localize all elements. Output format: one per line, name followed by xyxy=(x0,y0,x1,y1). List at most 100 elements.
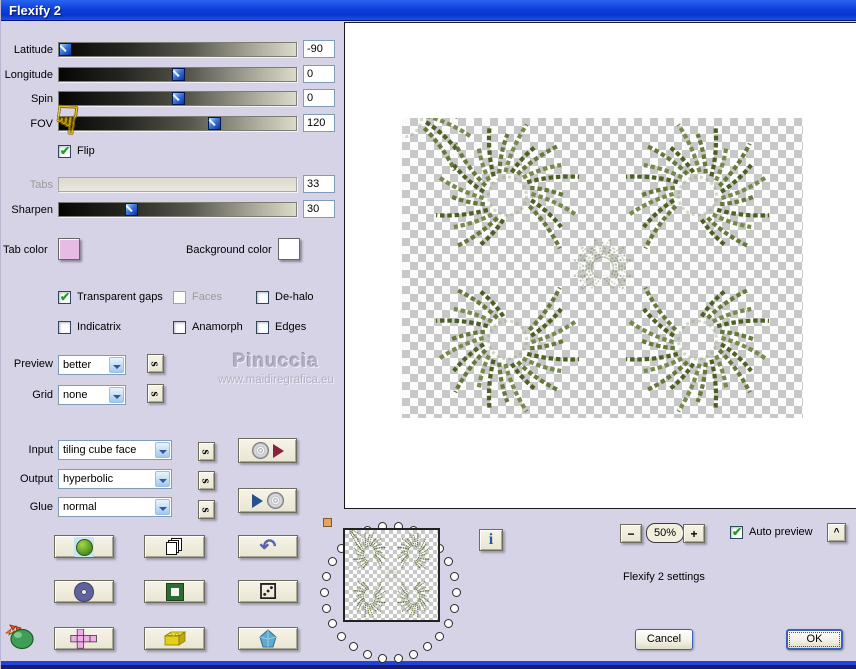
latitude-value-input[interactable] xyxy=(303,40,335,58)
longitude-slider-track[interactable] xyxy=(58,67,297,82)
ring-icon xyxy=(75,582,93,601)
grid-dropdown-label: Grid xyxy=(32,389,53,401)
longitude-slider-thumb[interactable] xyxy=(172,68,185,81)
glue-dropdown-value: normal xyxy=(63,501,97,513)
de-halo-label: De-halo xyxy=(275,291,314,303)
grid-s-button[interactable]: s xyxy=(147,384,164,403)
spin-value-input[interactable] xyxy=(303,89,335,107)
chevron-down-icon[interactable] xyxy=(109,387,124,403)
thumbnail-pattern-image xyxy=(345,530,438,620)
ok-button[interactable]: OK xyxy=(786,629,843,650)
anamorph-checkbox-box[interactable] xyxy=(173,321,186,334)
latitude-slider-track[interactable] xyxy=(58,42,297,57)
transparent-gaps-checkbox-box[interactable] xyxy=(58,290,71,304)
preview-dropdown-label: Preview xyxy=(13,358,53,370)
frame-button[interactable] xyxy=(144,580,205,603)
preview-panel[interactable] xyxy=(330,22,856,509)
globe-face-icon xyxy=(74,536,94,557)
sharpen-slider-row: Sharpen xyxy=(1,200,341,222)
chevron-down-icon[interactable] xyxy=(109,357,124,373)
expand-button[interactable]: ^ xyxy=(827,523,846,542)
auto-preview-checkbox-box[interactable] xyxy=(730,525,743,539)
dice-icon: ⚂ xyxy=(258,578,278,604)
title-bar[interactable]: Flexify 2 xyxy=(1,0,856,21)
brick-button[interactable] xyxy=(144,627,205,650)
faces-label: Faces xyxy=(192,291,222,303)
sharpen-label: Sharpen xyxy=(11,204,53,216)
globe-button[interactable] xyxy=(54,535,114,558)
spin-slider-thumb[interactable] xyxy=(172,92,185,105)
spin-slider-row: Spin xyxy=(1,89,341,111)
cancel-button[interactable]: Cancel xyxy=(635,629,693,650)
torus-button[interactable] xyxy=(54,580,114,603)
sharpen-slider-thumb[interactable] xyxy=(125,203,138,216)
flip-checkbox-label: Flip xyxy=(77,145,95,157)
caret-up-icon: ^ xyxy=(833,527,840,538)
de-halo-checkbox-box[interactable] xyxy=(256,291,269,304)
preview-dropdown[interactable]: better xyxy=(58,355,126,375)
preview-pattern-image xyxy=(330,45,803,418)
copy-pages-icon xyxy=(165,538,184,555)
plus-icon: + xyxy=(690,526,698,541)
cube-net-button[interactable] xyxy=(54,627,114,650)
input-dropdown-label: Input xyxy=(28,444,53,456)
flip-checkbox-box[interactable] xyxy=(58,144,71,158)
save-settings-button[interactable] xyxy=(238,438,297,463)
tabs-value-input[interactable] xyxy=(303,175,335,193)
fov-value-input[interactable] xyxy=(303,114,335,132)
faces-checkbox-box[interactable] xyxy=(173,291,186,304)
window-title: Flexify 2 xyxy=(9,3,62,18)
tabs-slider-track[interactable] xyxy=(58,177,297,192)
copy-button[interactable] xyxy=(144,535,205,558)
watermark-url: www.maidiregrafica.eu xyxy=(218,374,334,386)
pointing-hand-cursor-icon: ☟ xyxy=(52,98,81,144)
info-icon: i xyxy=(488,531,494,548)
spin-label: Spin xyxy=(30,93,53,105)
input-dropdown[interactable]: tiling cube face xyxy=(58,440,172,460)
preview-thumbnail[interactable] xyxy=(343,528,440,622)
longitude-slider-row: Longitude xyxy=(1,65,341,87)
orange-marker[interactable] xyxy=(323,518,332,527)
info-button[interactable]: i xyxy=(479,529,503,551)
sharpen-value-input[interactable] xyxy=(303,200,335,218)
load-settings-button[interactable] xyxy=(238,488,297,513)
grid-dropdown[interactable]: none xyxy=(58,385,126,405)
crystal-icon xyxy=(259,628,277,647)
output-dropdown[interactable]: hyperbolic xyxy=(58,469,172,489)
preview-s-button[interactable]: s xyxy=(147,354,164,373)
fov-slider-track[interactable] xyxy=(58,116,297,131)
glue-dropdown-label: Glue xyxy=(29,501,53,513)
background-color-swatch[interactable] xyxy=(278,238,300,260)
zoom-out-button[interactable]: − xyxy=(620,524,642,543)
disc-icon xyxy=(266,492,284,509)
edges-checkbox-box[interactable] xyxy=(256,321,269,334)
minus-icon: − xyxy=(627,526,635,541)
latitude-label: Latitude xyxy=(13,44,53,56)
cube-net-icon xyxy=(70,628,97,649)
green-frame-icon xyxy=(166,583,183,600)
zoom-in-button[interactable]: + xyxy=(683,524,705,543)
undo-button[interactable]: ↶ xyxy=(238,535,298,558)
input-s-button[interactable]: s xyxy=(198,442,215,461)
output-s-button[interactable]: s xyxy=(198,471,215,490)
tab-color-swatch[interactable] xyxy=(58,238,80,260)
chevron-down-icon[interactable] xyxy=(155,471,170,487)
glue-dropdown[interactable]: normal xyxy=(58,497,172,517)
spin-slider-track[interactable] xyxy=(58,91,297,106)
longitude-value-input[interactable] xyxy=(303,65,335,83)
random-button[interactable]: ⚂ xyxy=(238,580,298,603)
edges-label: Edges xyxy=(275,321,307,333)
glue-s-button[interactable]: s xyxy=(198,500,215,519)
fov-slider-thumb[interactable] xyxy=(208,117,221,130)
indicatrix-label: Indicatrix xyxy=(77,321,122,333)
input-dropdown-value: tiling cube face xyxy=(63,444,137,456)
indicatrix-checkbox-box[interactable] xyxy=(58,321,71,334)
chevron-down-icon[interactable] xyxy=(155,499,170,515)
preview-dropdown-value: better xyxy=(63,359,92,371)
chevron-down-icon[interactable] xyxy=(155,442,170,458)
crystal-button[interactable] xyxy=(238,627,298,650)
sharpen-slider-track[interactable] xyxy=(58,202,297,217)
latitude-slider-thumb[interactable] xyxy=(59,43,72,56)
flaming-pear-logo xyxy=(4,623,36,653)
anamorph-label: Anamorph xyxy=(192,321,243,333)
